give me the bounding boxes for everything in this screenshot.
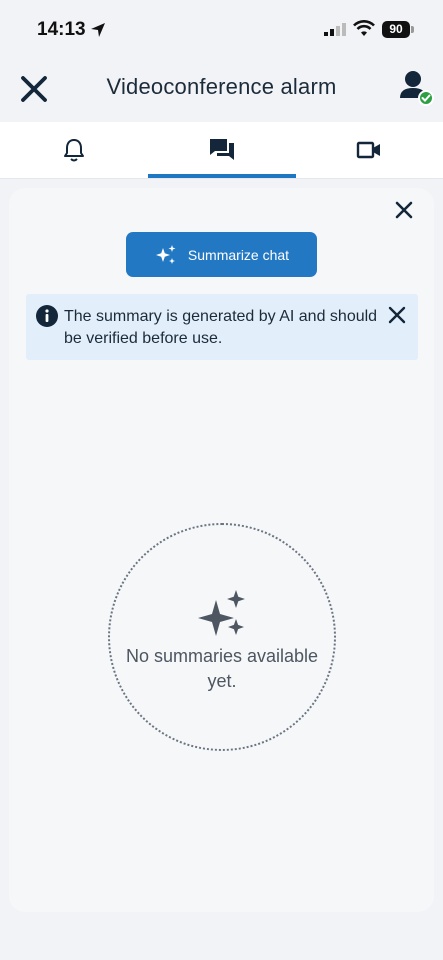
sparkles-icon xyxy=(155,244,176,264)
summary-panel: Summarize chat The summary is generated … xyxy=(9,188,434,912)
tab-bar xyxy=(0,122,443,179)
battery-icon: 90 xyxy=(382,21,410,38)
summarize-chat-button[interactable]: Summarize chat xyxy=(126,232,317,277)
cellular-signal-icon xyxy=(324,23,346,36)
ai-notice-banner: The summary is generated by AI and shoul… xyxy=(26,294,418,360)
tab-notifications[interactable] xyxy=(0,122,148,178)
battery-nub xyxy=(411,26,414,33)
battery-level: 90 xyxy=(389,22,403,36)
dismiss-notice-icon[interactable] xyxy=(386,304,408,326)
app-bar: Videoconference alarm xyxy=(0,58,443,122)
summarize-chat-label: Summarize chat xyxy=(187,246,290,263)
sparkles-icon xyxy=(198,590,245,636)
location-arrow-icon xyxy=(91,23,105,37)
chat-icon xyxy=(210,139,234,160)
page-title: Videoconference alarm xyxy=(106,74,337,99)
empty-state: No summaries available yet. xyxy=(108,523,336,751)
video-camera-icon xyxy=(356,141,380,159)
status-time: 14:13 xyxy=(37,19,86,40)
info-icon xyxy=(36,305,58,327)
close-panel-icon[interactable] xyxy=(392,198,416,222)
bell-icon xyxy=(64,139,84,162)
tab-chat[interactable] xyxy=(148,122,296,178)
status-bar: 14:13 90 xyxy=(0,0,443,58)
empty-state-text: No summaries available yet. xyxy=(125,646,319,691)
ai-notice-text: The summary is generated by AI and shoul… xyxy=(64,308,378,347)
user-online-icon[interactable] xyxy=(396,68,436,108)
tab-video[interactable] xyxy=(295,122,443,178)
wifi-icon xyxy=(353,20,375,36)
